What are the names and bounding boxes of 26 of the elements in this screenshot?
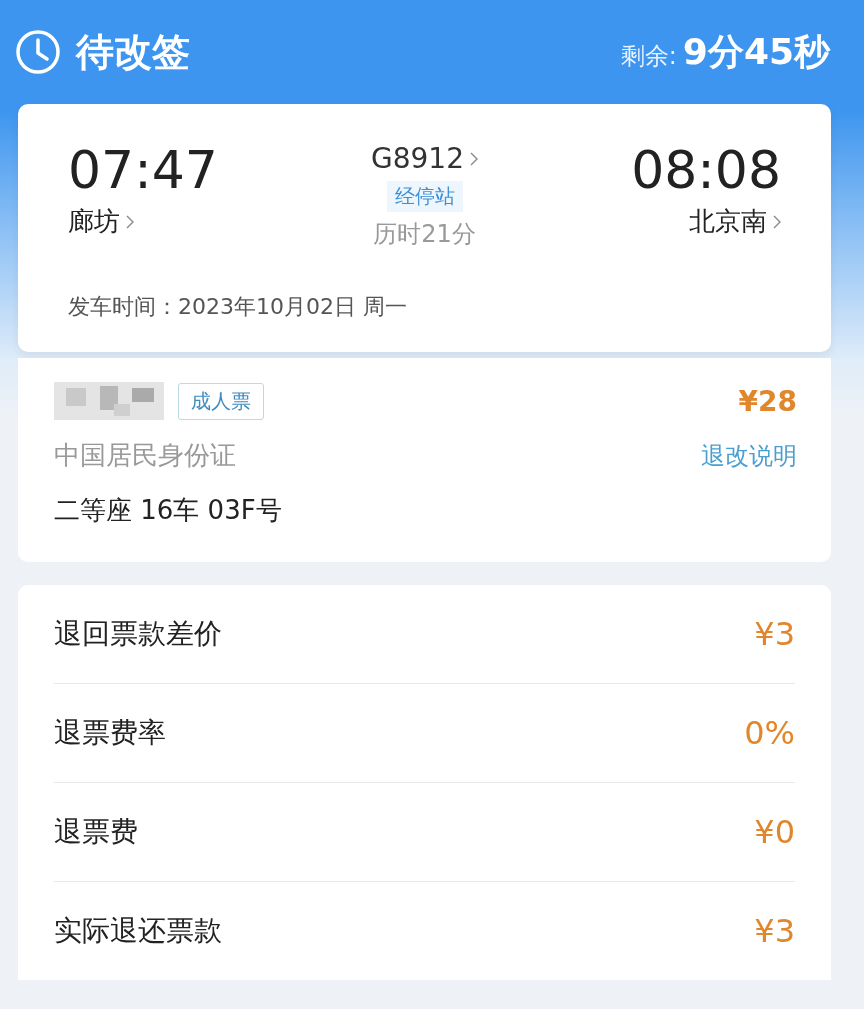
refund-label: 退回票款差价 <box>54 616 222 652</box>
id-type: 中国居民身份证 <box>54 439 236 472</box>
departure-time: 07:47 <box>68 139 218 202</box>
chevron-icon <box>126 214 134 229</box>
refund-label: 退票费率 <box>54 715 166 751</box>
refund-label: 实际退还票款 <box>54 913 222 949</box>
countdown-time: 9分45秒 <box>682 29 830 74</box>
refund-amount: 0% <box>744 714 795 752</box>
train-number[interactable]: G8912 <box>371 142 464 175</box>
departure-station[interactable]: 廊坊 <box>68 204 120 239</box>
refund-amount: ¥3 <box>754 615 795 653</box>
departure-date: 发车时间：2023年10月02日 周一 <box>68 293 408 321</box>
arrival-time: 08:08 <box>631 139 781 202</box>
refund-amount: ¥3 <box>754 912 795 950</box>
refund-amount: ¥0 <box>754 813 795 851</box>
chevron-icon <box>773 214 781 229</box>
duration: 历时21分 <box>373 219 476 250</box>
chevron-icon <box>470 151 478 166</box>
ticket-type-tag: 成人票 <box>178 382 264 420</box>
arrival-station[interactable]: 北京南 <box>689 204 767 239</box>
seat-info: 二等座 16车 03F号 <box>54 494 283 527</box>
ticket-price: ¥28 <box>738 384 797 418</box>
page-title: 待改签 <box>76 28 190 76</box>
refund-label: 退票费 <box>54 814 138 850</box>
clock-icon <box>14 28 62 76</box>
remaining-label: 剩余: <box>620 40 677 72</box>
